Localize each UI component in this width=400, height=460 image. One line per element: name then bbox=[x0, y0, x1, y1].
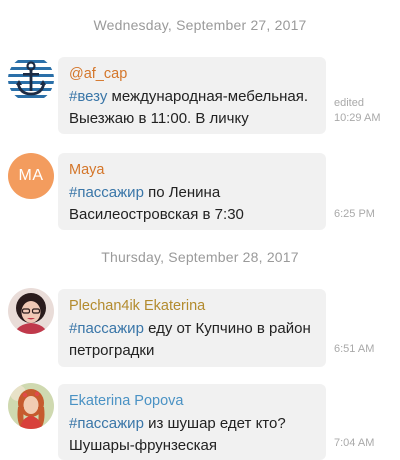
message-text: #пассажир еду от Купчино в район петрогр… bbox=[69, 318, 316, 362]
date-separator: Thursday, September 28, 2017 bbox=[101, 249, 299, 265]
message-text: #пассажир по Ленина Василеостровская в 7… bbox=[69, 182, 316, 226]
message-text: #везу международная-мебельная. Выезжаю в… bbox=[69, 86, 316, 130]
hashtag-link[interactable]: #пассажир bbox=[69, 415, 144, 432]
avatar[interactable] bbox=[8, 56, 54, 102]
anchor-icon bbox=[8, 56, 54, 102]
sender-name[interactable]: Ekaterina Popova bbox=[69, 393, 316, 409]
date-separator: Wednesday, September 27, 2017 bbox=[93, 17, 307, 33]
user-photo-icon bbox=[8, 288, 54, 334]
avatar[interactable] bbox=[8, 383, 54, 429]
message-text: #пассажир из шушар едет кто? Шушары-фрун… bbox=[69, 413, 316, 457]
user-photo-icon bbox=[8, 383, 54, 429]
message-meta: 6:51 AM bbox=[334, 342, 374, 357]
avatar[interactable] bbox=[8, 288, 54, 334]
message-time: 10:29 AM bbox=[334, 112, 381, 124]
avatar[interactable]: MA bbox=[8, 153, 54, 199]
sender-name[interactable]: Maya bbox=[69, 162, 316, 178]
message-meta: 6:25 PM bbox=[334, 207, 375, 222]
avatar-initials: MA bbox=[18, 167, 44, 184]
message-time: 7:04 AM bbox=[334, 437, 375, 449]
message-time: 6:51 AM bbox=[334, 343, 375, 355]
edited-label: edited bbox=[334, 97, 364, 109]
sender-name[interactable]: @af_cap bbox=[69, 66, 316, 82]
hashtag-link[interactable]: #пассажир bbox=[69, 184, 144, 201]
hashtag-link[interactable]: #пассажир bbox=[69, 320, 144, 337]
message-time: 6:25 PM bbox=[334, 208, 375, 220]
message-bubble[interactable]: Plechan4ik Ekaterina #пассажир еду от Ку… bbox=[58, 289, 326, 367]
message-meta: 7:04 AM bbox=[334, 436, 374, 451]
message-meta: edited 10:29 AM bbox=[334, 96, 380, 126]
sender-name[interactable]: Plechan4ik Ekaterina bbox=[69, 298, 316, 314]
message-bubble[interactable]: Maya #пассажир по Ленина Василеостровска… bbox=[58, 153, 326, 230]
message-bubble[interactable]: @af_cap #везу международная-мебельная. В… bbox=[58, 57, 326, 134]
message-bubble[interactable]: Ekaterina Popova #пассажир из шушар едет… bbox=[58, 384, 326, 460]
hashtag-link[interactable]: #везу bbox=[69, 88, 107, 105]
